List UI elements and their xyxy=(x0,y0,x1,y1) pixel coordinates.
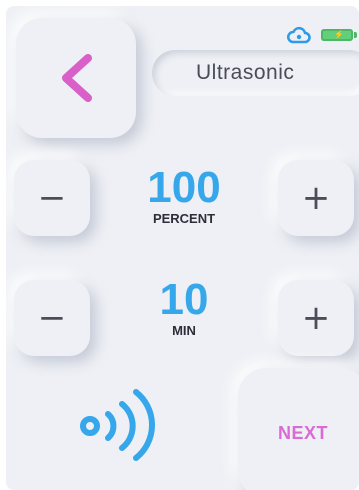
ultrasonic-wave-icon xyxy=(80,389,155,461)
intensity-decrease-button[interactable]: − xyxy=(14,160,90,236)
next-label: NEXT xyxy=(277,422,328,443)
status-bar: ⚡ xyxy=(287,24,357,46)
duration-value: 10 xyxy=(159,275,209,324)
chevron-left-icon xyxy=(62,54,92,102)
device-screen: ⚡ Ultrasonic − 100 PERCENT + − 10 MIN + … xyxy=(6,6,359,490)
battery-charging-icon: ⚡ xyxy=(321,29,357,41)
cloud-link-icon xyxy=(287,26,311,44)
next-button[interactable]: NEXT xyxy=(238,368,359,490)
back-button[interactable] xyxy=(16,18,136,138)
duration-decrease-button[interactable]: − xyxy=(14,280,90,356)
plus-icon: + xyxy=(301,298,331,338)
duration-increase-button[interactable]: + xyxy=(278,280,354,356)
intensity-value: 100 xyxy=(147,163,221,212)
intensity-increase-button[interactable]: + xyxy=(278,160,354,236)
mode-label: Ultrasonic xyxy=(196,61,295,84)
minus-icon: − xyxy=(37,298,67,338)
duration-display: 10 MIN xyxy=(124,275,244,339)
minus-icon: − xyxy=(37,178,67,218)
plus-icon: + xyxy=(301,178,331,218)
intensity-display: 100 PERCENT xyxy=(124,163,244,227)
intensity-unit: PERCENT xyxy=(152,211,216,226)
mode-selector[interactable]: Ultrasonic xyxy=(152,50,359,96)
duration-unit: MIN xyxy=(172,323,196,338)
